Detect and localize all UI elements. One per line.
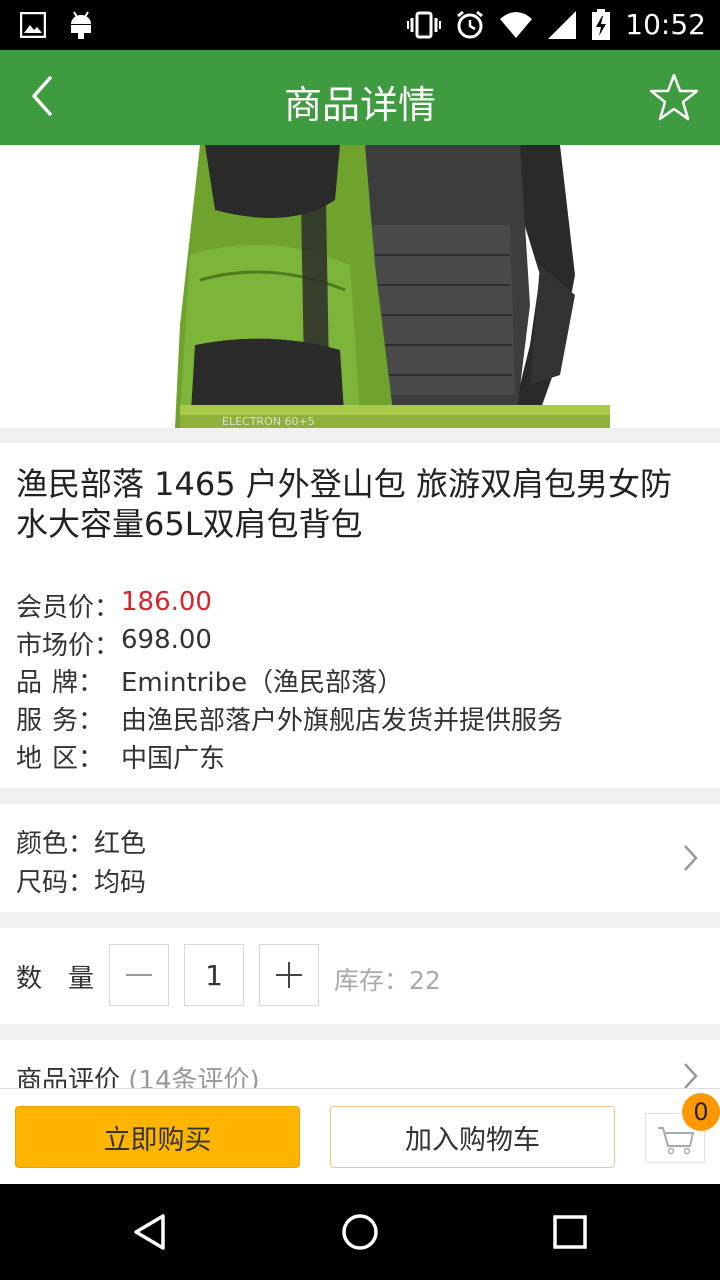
stock-info: 库存：22 [334, 966, 441, 995]
cart-count-badge: 0 [682, 1093, 720, 1131]
size-row: 尺码：均码 [16, 862, 146, 899]
brand-value: Emintribe（渔民部落） [121, 668, 404, 698]
size-value: 均码 [94, 868, 147, 898]
star-outline-icon [649, 73, 699, 121]
nav-recents-icon[interactable] [552, 1214, 588, 1250]
quantity-input[interactable]: 1 [184, 944, 244, 1006]
service-label: 服务： [16, 706, 104, 736]
color-value: 红色 [94, 829, 147, 859]
android-notification-icon [71, 11, 91, 39]
region-row: 地区： 中国广东 [16, 738, 225, 775]
backpack-illustration: ELECTRON 60+5 [0, 145, 720, 428]
product-image[interactable]: ELECTRON 60+5 [0, 145, 720, 428]
quantity-label: 数量 [16, 964, 94, 994]
service-row: 服务： 由渔民部落户外旗舰店发货并提供服务 [16, 700, 563, 737]
hero-label: ELECTRON 60+5 [222, 415, 315, 428]
member-price: 186.00 [121, 587, 212, 617]
alarm-icon [457, 10, 484, 38]
size-label: 尺码： [16, 868, 95, 898]
color-row: 颜色：红色 [16, 823, 146, 860]
plus-icon [276, 962, 302, 988]
battery-charging-icon [592, 8, 611, 40]
brand-label: 品牌： [16, 668, 104, 698]
page-title: 商品详情 [283, 83, 436, 127]
clock: 10:52 [625, 8, 706, 41]
region-value: 中国广东 [121, 744, 226, 774]
product-title: 渔民部落 1465 户外登山包 旅游双肩包男女防水大容量65L双肩包背包 [16, 465, 672, 543]
decrease-quantity-button[interactable] [109, 944, 169, 1006]
service-value: 由渔民部落户外旗舰店发货并提供服务 [121, 706, 564, 736]
bottom-action-bar: 立即购买 加入购物车 0 [0, 1088, 720, 1184]
member-price-row: 会员价： 186.00 [16, 587, 212, 624]
market-price: 698.00 [121, 625, 212, 655]
color-label: 颜色： [16, 829, 95, 859]
system-nav-bar [0, 1184, 720, 1280]
chevron-right-icon [684, 845, 698, 871]
buy-now-button[interactable]: 立即购买 [15, 1106, 300, 1168]
nav-home-icon[interactable] [340, 1212, 380, 1252]
minus-icon [126, 974, 152, 976]
gallery-notification-icon [20, 12, 46, 38]
brand-row: 品牌： Emintribe（渔民部落） [16, 662, 403, 699]
vibrate-icon [407, 11, 442, 38]
add-to-cart-button[interactable]: 加入购物车 [330, 1106, 615, 1168]
app-bar: 商品详情 [0, 50, 720, 145]
signal-icon [548, 10, 577, 39]
stock-count: 22 [409, 966, 441, 995]
increase-quantity-button[interactable] [259, 944, 319, 1006]
member-price-label: 会员价： [16, 593, 121, 623]
wifi-icon [500, 11, 533, 38]
market-price-label: 市场价： [16, 631, 121, 661]
region-label: 地区： [16, 744, 104, 774]
favorite-button[interactable] [648, 72, 700, 124]
market-price-row: 市场价： 698.00 [16, 625, 212, 662]
status-bar: 10:52 [0, 0, 720, 50]
nav-back-icon[interactable] [130, 1212, 170, 1252]
